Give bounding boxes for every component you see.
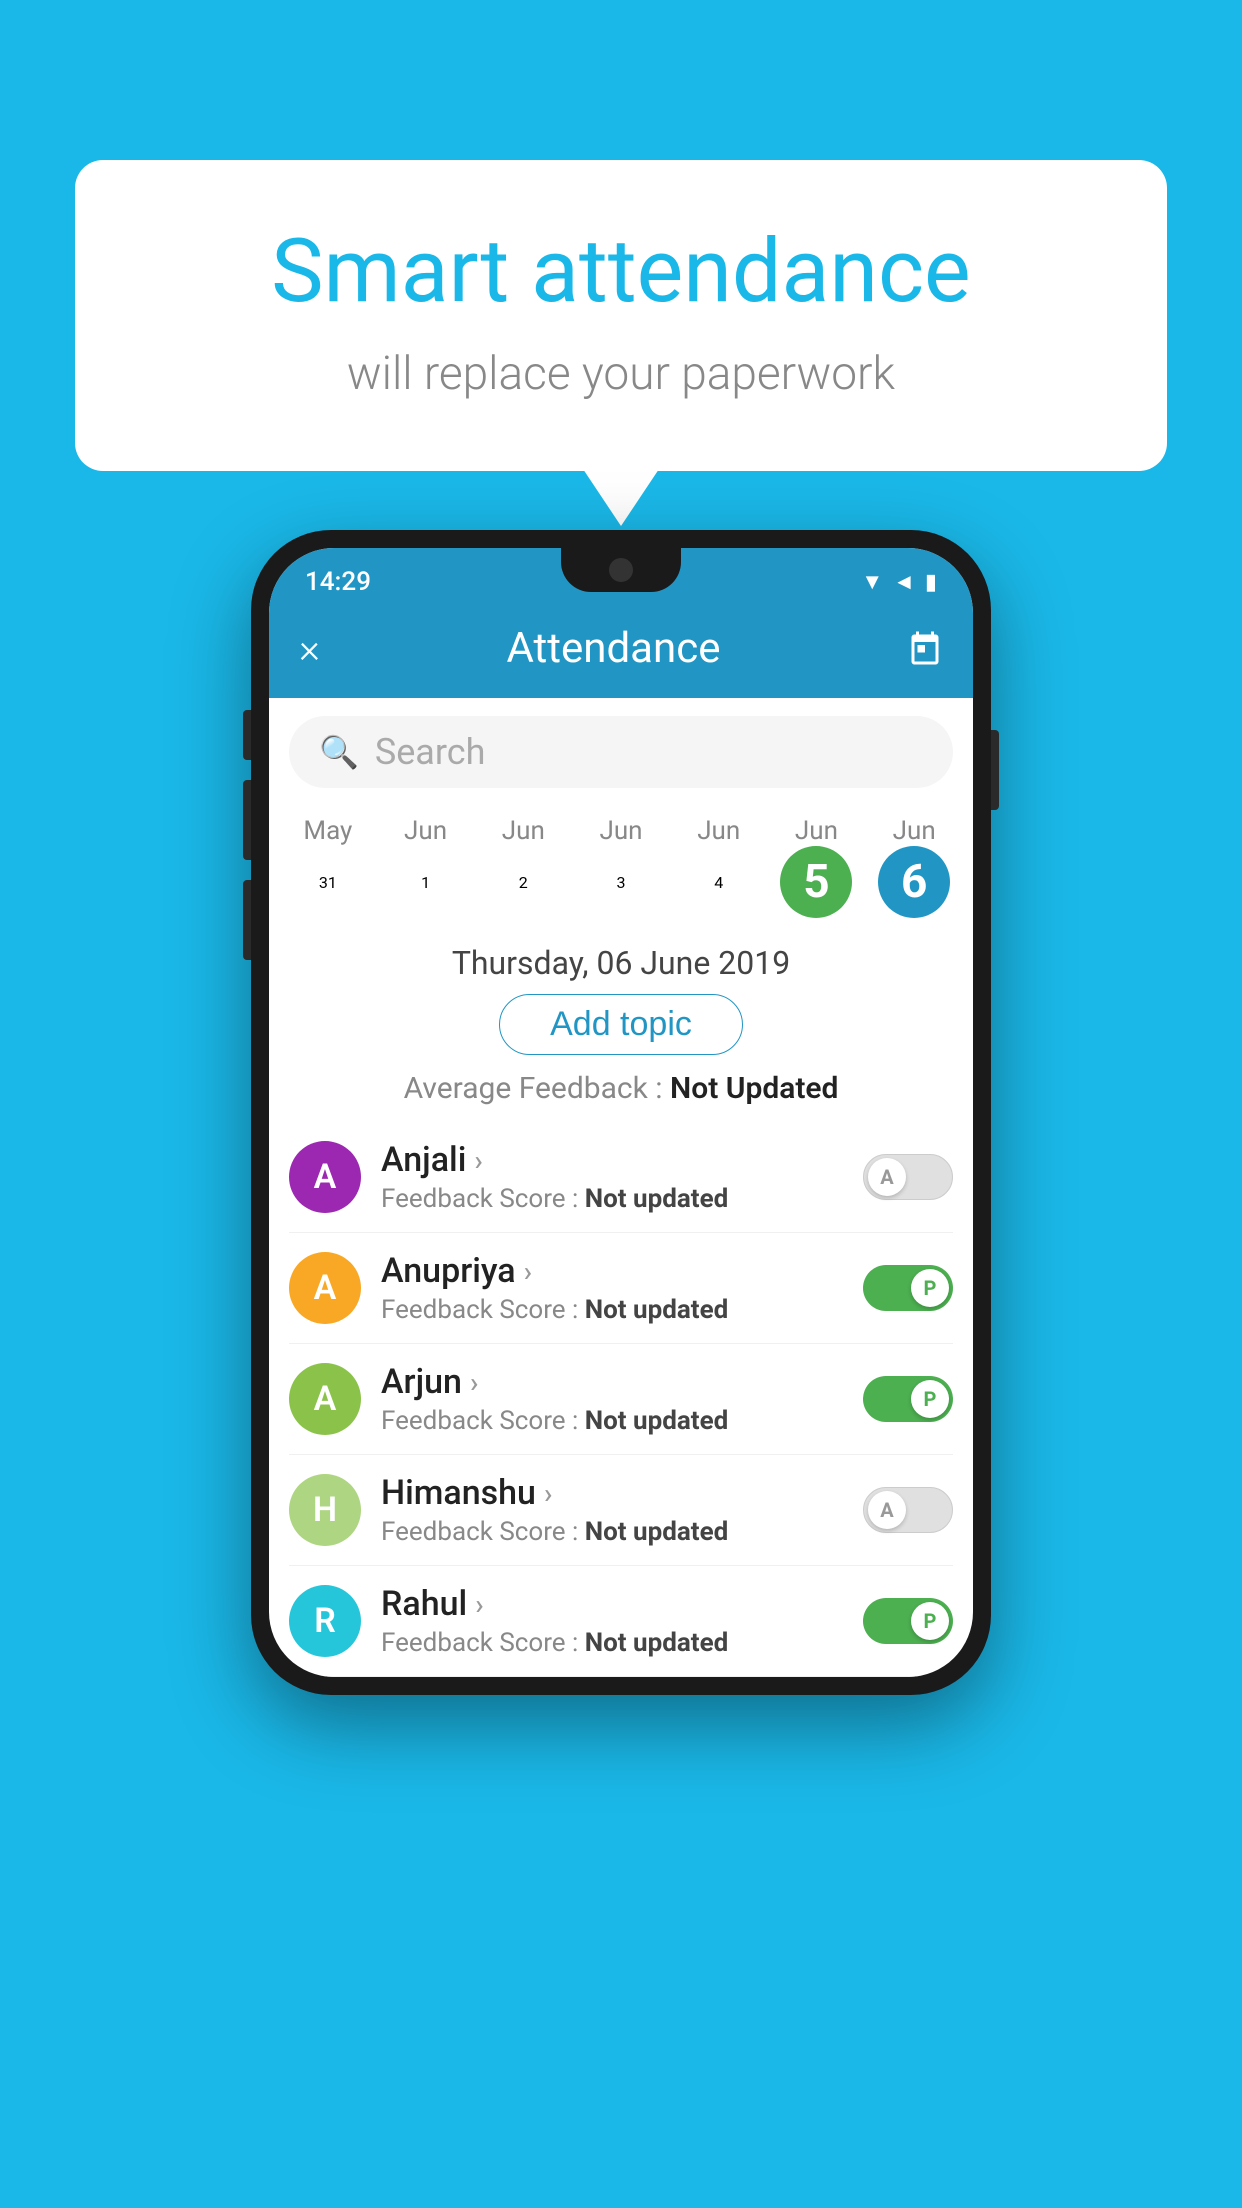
- date-item-4[interactable]: Jun4: [670, 806, 768, 928]
- student-score: Feedback Score : Not updated: [381, 1184, 843, 1214]
- student-name[interactable]: Anjali ›: [381, 1140, 843, 1180]
- chevron-right-icon: ›: [544, 1477, 552, 1510]
- date-day-circle: 3: [585, 846, 657, 918]
- student-avatar: A: [289, 1363, 361, 1435]
- attendance-toggle[interactable]: A: [863, 1154, 953, 1200]
- date-item-5[interactable]: Jun5: [768, 806, 866, 928]
- wifi-icon: ▼: [861, 569, 883, 595]
- app-title: Attendance: [506, 624, 720, 673]
- speech-bubble-title: Smart attendance: [145, 220, 1097, 323]
- student-score: Feedback Score : Not updated: [381, 1295, 843, 1325]
- student-list: AAnjali ›Feedback Score : Not updatedAAA…: [269, 1122, 973, 1677]
- date-day-circle: 2: [487, 846, 559, 918]
- student-name[interactable]: Arjun ›: [381, 1362, 843, 1402]
- date-day-circle: 5: [780, 846, 852, 918]
- date-item-2[interactable]: Jun2: [474, 806, 572, 928]
- search-icon: 🔍: [319, 733, 359, 771]
- attendance-toggle[interactable]: A: [863, 1487, 953, 1533]
- date-month: May: [279, 816, 377, 846]
- phone-frame: 14:29 ▼ ◄ ▮ × Attendance 🔍 Search: [251, 530, 991, 1695]
- student-name[interactable]: Himanshu ›: [381, 1473, 843, 1513]
- student-item: H Himanshu › Feedback Score : Not updated A: [289, 1455, 953, 1566]
- calendar-icon[interactable]: [907, 630, 943, 666]
- status-icons: ▼ ◄ ▮: [861, 569, 937, 595]
- student-name[interactable]: Anupriya ›: [381, 1251, 843, 1291]
- add-topic-button[interactable]: Add topic: [499, 994, 743, 1055]
- date-month: Jun: [865, 816, 963, 846]
- battery-icon: ▮: [925, 570, 937, 595]
- avg-feedback-value: Not Updated: [670, 1071, 838, 1106]
- date-month: Jun: [670, 816, 768, 846]
- chevron-right-icon: ›: [475, 1588, 483, 1621]
- date-selector: May31Jun1Jun2Jun3Jun4Jun5Jun6: [269, 806, 973, 928]
- add-topic-container: Add topic: [269, 994, 973, 1055]
- student-name[interactable]: Rahul ›: [381, 1584, 843, 1624]
- phone-button-left-2: [243, 780, 251, 860]
- toggle-knob: P: [911, 1269, 949, 1307]
- student-info: Anjali › Feedback Score : Not updated: [381, 1140, 843, 1214]
- student-score: Feedback Score : Not updated: [381, 1517, 843, 1547]
- attendance-toggle[interactable]: P: [863, 1598, 953, 1644]
- student-avatar: A: [289, 1252, 361, 1324]
- speech-bubble: Smart attendance will replace your paper…: [75, 160, 1167, 471]
- date-item-31[interactable]: May31: [279, 806, 377, 928]
- app-header: × Attendance: [269, 608, 973, 698]
- date-month: Jun: [377, 816, 475, 846]
- chevron-right-icon: ›: [474, 1144, 482, 1177]
- toggle-knob: P: [911, 1380, 949, 1418]
- phone-screen: 14:29 ▼ ◄ ▮ × Attendance 🔍 Search: [269, 548, 973, 1677]
- toggle-knob: A: [868, 1158, 906, 1196]
- speech-bubble-subtitle: will replace your paperwork: [145, 347, 1097, 401]
- date-month: Jun: [768, 816, 866, 846]
- student-score: Feedback Score : Not updated: [381, 1406, 843, 1436]
- phone-button-left-3: [243, 880, 251, 960]
- date-day-circle: 6: [878, 846, 950, 918]
- speech-bubble-container: Smart attendance will replace your paper…: [75, 160, 1167, 471]
- toggle-knob: P: [911, 1602, 949, 1640]
- student-info: Himanshu › Feedback Score : Not updated: [381, 1473, 843, 1547]
- date-month: Jun: [572, 816, 670, 846]
- date-day-circle: 31: [292, 846, 364, 918]
- phone-button-left-1: [243, 710, 251, 760]
- attendance-toggle[interactable]: P: [863, 1265, 953, 1311]
- student-info: Rahul › Feedback Score : Not updated: [381, 1584, 843, 1658]
- search-placeholder: Search: [375, 731, 486, 773]
- close-button[interactable]: ×: [299, 625, 320, 672]
- student-item: R Rahul › Feedback Score : Not updated P: [289, 1566, 953, 1677]
- student-avatar: A: [289, 1141, 361, 1213]
- student-avatar: H: [289, 1474, 361, 1546]
- date-item-3[interactable]: Jun3: [572, 806, 670, 928]
- chevron-right-icon: ›: [470, 1366, 478, 1399]
- student-item: A Arjun › Feedback Score : Not updated P: [289, 1344, 953, 1455]
- student-info: Anupriya › Feedback Score : Not updated: [381, 1251, 843, 1325]
- attendance-toggle[interactable]: P: [863, 1376, 953, 1422]
- student-score: Feedback Score : Not updated: [381, 1628, 843, 1658]
- date-day-circle: 4: [683, 846, 755, 918]
- chevron-right-icon: ›: [524, 1255, 532, 1288]
- student-avatar: R: [289, 1585, 361, 1657]
- signal-icon: ◄: [893, 569, 915, 595]
- date-day-circle: 1: [390, 846, 462, 918]
- phone-button-right: [991, 730, 999, 810]
- phone-notch: [561, 548, 681, 592]
- student-item: A Anupriya › Feedback Score : Not updated P: [289, 1233, 953, 1344]
- avg-feedback: Average Feedback : Not Updated: [269, 1071, 973, 1106]
- avg-feedback-label: Average Feedback :: [404, 1071, 663, 1106]
- date-item-1[interactable]: Jun1: [377, 806, 475, 928]
- toggle-knob: A: [868, 1491, 906, 1529]
- selected-date-label: Thursday, 06 June 2019: [269, 944, 973, 982]
- student-info: Arjun › Feedback Score : Not updated: [381, 1362, 843, 1436]
- status-time: 14:29: [305, 567, 371, 597]
- phone-camera: [609, 558, 633, 582]
- student-item: A Anjali › Feedback Score : Not updated A: [289, 1122, 953, 1233]
- date-item-6[interactable]: Jun6: [865, 806, 963, 928]
- search-bar[interactable]: 🔍 Search: [289, 716, 953, 788]
- date-month: Jun: [474, 816, 572, 846]
